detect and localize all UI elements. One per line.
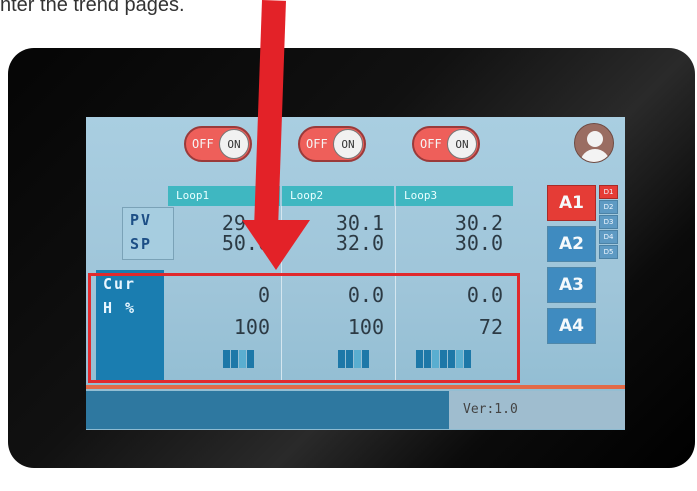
loop1-toggle[interactable]: OFF ON	[184, 126, 252, 162]
loop3-toggle[interactable]: OFF ON	[412, 126, 480, 162]
toggle-on-knob: ON	[219, 129, 249, 159]
toggle-off-label: OFF	[420, 137, 442, 151]
annotation-arrow-head	[242, 220, 310, 270]
avatar-shoulders	[580, 149, 610, 162]
loop2-toggle[interactable]: OFF ON	[298, 126, 366, 162]
avatar-head	[587, 131, 603, 147]
sp-label: SP	[130, 235, 153, 253]
tab-d2[interactable]: D2	[599, 200, 618, 214]
footer-divider	[86, 385, 625, 389]
footer-status-area	[86, 391, 451, 429]
version-label: Ver:1.0	[449, 391, 625, 429]
pv-sp-label: PV SP	[122, 207, 174, 260]
toggle-off-label: OFF	[192, 137, 214, 151]
highlight-rectangle	[88, 273, 520, 383]
tab-a1[interactable]: A1	[547, 185, 596, 221]
tab-d5[interactable]: D5	[599, 245, 618, 259]
loop3-sp: 30.0	[454, 231, 503, 255]
page-caption: nter the trend pages.	[0, 0, 185, 16]
tab-d4[interactable]: D4	[599, 230, 618, 244]
loop3-header: Loop3	[396, 186, 513, 206]
tab-a4[interactable]: A4	[547, 308, 596, 344]
toggle-on-knob: ON	[333, 129, 363, 159]
tab-a3[interactable]: A3	[547, 267, 596, 303]
tab-d1[interactable]: D1	[599, 185, 618, 199]
pv-label: PV	[130, 211, 153, 229]
tab-d3[interactable]: D3	[599, 215, 618, 229]
toggle-on-knob: ON	[447, 129, 477, 159]
user-avatar-icon[interactable]	[574, 123, 614, 163]
toggle-off-label: OFF	[306, 137, 328, 151]
tab-a2[interactable]: A2	[547, 226, 596, 262]
alarm-side-panel: A1 A2 A3 A4 D1 D2 D3 D4 D5	[542, 185, 622, 350]
loop2-header: Loop2	[282, 186, 394, 206]
loop2-sp: 32.0	[335, 231, 384, 255]
